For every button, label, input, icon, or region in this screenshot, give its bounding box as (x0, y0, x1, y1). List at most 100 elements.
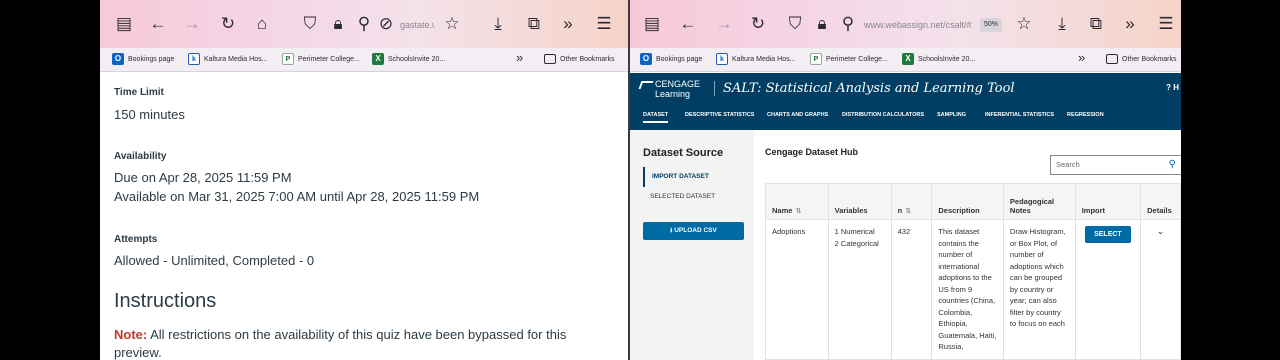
browser-toolbar: ▤ ← → ↻ ⌂ ⛉ 🔒︎ ⚲ ⊘ gastate.w ☆ ⤓ ⧉ » ☰ (100, 0, 628, 48)
nav-dataset[interactable]: DATASET (643, 112, 669, 123)
bookmarks-bar: O Bookings page k Kaltura Media Hos... P Pe… (630, 48, 1181, 72)
right-browser-window: ▤ ← → ↻ ⛉ 🔒︎ ⚲ www.webassign.net/csalt/#… (630, 0, 1181, 360)
tracking-off-icon[interactable]: ⊘ (376, 14, 396, 34)
cell-name: Adoptions (765, 219, 829, 360)
bookmark-star-icon[interactable]: ☆ (1014, 14, 1034, 34)
nav-inferential-statistics[interactable]: INFERENTIAL STATISTICS (985, 112, 1054, 118)
chevron-down-icon[interactable]: ⌄ (1157, 226, 1165, 236)
col-details: Details (1140, 183, 1181, 220)
more-bookmarks-icon[interactable]: » (516, 50, 523, 66)
bookmark-item[interactable]: P Perimeter College... (810, 52, 888, 68)
selected-dataset-item[interactable]: SELECTED DATASET (643, 193, 715, 200)
hub-title: Cengage Dataset Hub (765, 147, 859, 157)
col-pedagogical-notes: Pedagogical Notes (1002, 183, 1076, 220)
menu-icon[interactable]: ☰ (1156, 14, 1176, 34)
nav-charts-and-graphs[interactable]: CHARTS AND GRAPHS (767, 112, 828, 118)
other-bookmarks[interactable]: Other Bookmarks (544, 52, 614, 68)
bookmark-label: Kaltura Media Hos... (204, 56, 268, 63)
bookmark-label: Kaltura Media Hos... (732, 56, 796, 63)
nav-sampling[interactable]: SAMPLING (937, 112, 966, 118)
overflow-icon[interactable]: » (558, 14, 578, 34)
college-icon: P (282, 53, 294, 66)
attempts-value: Allowed - Unlimited, Completed - 0 (114, 253, 315, 268)
cell-details: ⌄ (1140, 219, 1181, 360)
search-icon[interactable]: ⚲ (1169, 156, 1176, 174)
brand-top: CENGAGE (655, 79, 701, 89)
import-dataset-item[interactable]: IMPORT DATASET (643, 167, 709, 187)
col-n[interactable]: n ⇅ (890, 183, 933, 220)
sidebar-icon[interactable]: ▤ (114, 14, 134, 34)
bookmark-item[interactable]: X SchoolsInvite 20... (372, 52, 445, 68)
cengage-logo: CENGAGE Learning (638, 79, 701, 99)
bookmark-item[interactable]: O Bookings page (640, 52, 702, 68)
download-icon[interactable]: ⤓ (1052, 14, 1072, 34)
kaltura-icon: k (188, 53, 200, 66)
shield-icon[interactable]: ⛉ (300, 14, 320, 34)
upload-csv-button[interactable]: ⭳ UPLOAD CSV (643, 222, 744, 240)
url-field[interactable]: www.webassign.net/csalt/#/ (864, 13, 972, 37)
reload-icon[interactable]: ↻ (218, 14, 238, 34)
shield-icon[interactable]: ⛉ (785, 14, 805, 34)
more-bookmarks-icon[interactable]: » (1078, 50, 1085, 66)
search-input[interactable]: Search ⚲ (1050, 155, 1181, 175)
select-button[interactable]: SELECT (1084, 226, 1131, 243)
bookmark-item[interactable]: P Perimeter College... (282, 52, 360, 68)
bookmark-star-icon[interactable]: ☆ (442, 14, 462, 34)
home-icon[interactable]: ⌂ (252, 14, 272, 34)
help-link[interactable]: ? H (1166, 83, 1179, 92)
dataset-table: Name ⇅ Variables n ⇅ Description Pedagogic… (765, 183, 1181, 360)
col-label: n (897, 206, 903, 215)
nav-distribution-calculators[interactable]: DISTRIBUTION CALCULATORS (842, 112, 924, 118)
col-label: Variables (834, 206, 868, 215)
sort-icon[interactable]: ⇅ (905, 208, 911, 215)
permissions-icon[interactable]: ⚲ (354, 14, 374, 34)
extensions-icon[interactable]: ⧉ (524, 14, 544, 34)
table-header-row: Name ⇅ Variables n ⇅ Description Pedagogic… (765, 183, 1181, 220)
url-field[interactable]: gastate.w (400, 13, 434, 37)
permissions-icon[interactable]: ⚲ (838, 14, 858, 34)
bookmark-item[interactable]: O Bookings page (112, 52, 174, 68)
cell-n: 432 (890, 219, 933, 360)
forward-icon[interactable]: → (714, 14, 734, 34)
col-description: Description (931, 183, 1004, 220)
table-row: Adoptions 1 Numerical 2 Categorical 432 T… (765, 219, 1181, 360)
back-icon[interactable]: ← (148, 14, 168, 34)
time-limit-value: 150 minutes (114, 107, 185, 122)
lock-icon[interactable]: 🔒︎ (328, 14, 348, 34)
excel-icon: X (902, 53, 914, 66)
extensions-icon[interactable]: ⧉ (1086, 14, 1106, 34)
kaltura-icon: k (716, 53, 728, 66)
bookmarks-bar: O Bookings page k Kaltura Media Hos... P Pe… (100, 48, 628, 72)
sort-icon[interactable]: ⇅ (795, 208, 801, 215)
col-import: Import (1074, 183, 1142, 220)
forward-icon[interactable]: → (182, 14, 202, 34)
outlook-icon: O (640, 53, 652, 66)
bookmark-item[interactable]: k Kaltura Media Hos... (716, 52, 795, 68)
upload-csv-label: UPLOAD CSV (674, 227, 717, 234)
reload-icon[interactable]: ↻ (748, 14, 768, 34)
browser-toolbar: ▤ ← → ↻ ⛉ 🔒︎ ⚲ www.webassign.net/csalt/#… (630, 0, 1181, 48)
bookmark-item[interactable]: X SchoolsInvite 20... (902, 52, 975, 68)
availability-label: Availability (114, 151, 167, 162)
other-bookmarks-label: Other Bookmarks (560, 56, 615, 63)
available-range: Available on Mar 31, 2025 7:00 AM until … (114, 189, 480, 204)
overflow-icon[interactable]: » (1120, 14, 1140, 34)
bookmark-item[interactable]: k Kaltura Media Hos... (188, 52, 267, 68)
cell-import: SELECT (1074, 219, 1142, 360)
folder-icon (544, 54, 556, 65)
folder-icon (1106, 54, 1118, 65)
lock-icon[interactable]: 🔒︎ (812, 14, 832, 34)
salt-header: CENGAGE Learning SALT: Statistical Analy… (630, 73, 1181, 130)
col-name[interactable]: Name ⇅ (765, 183, 829, 220)
other-bookmarks[interactable]: Other Bookmarks (1106, 52, 1176, 68)
back-icon[interactable]: ← (678, 14, 698, 34)
sidebar-icon[interactable]: ▤ (642, 14, 662, 34)
download-icon[interactable]: ⤓ (488, 14, 508, 34)
app-title: SALT: Statistical Analysis and Learning … (714, 81, 1015, 96)
menu-icon[interactable]: ☰ (594, 14, 614, 34)
zoom-level[interactable]: 50% (980, 18, 1003, 32)
instructions-heading: Instructions (114, 290, 217, 312)
nav-regression[interactable]: REGRESSION (1067, 112, 1104, 118)
dataset-source-title: Dataset Source (643, 147, 724, 159)
nav-descriptive-statistics[interactable]: DESCRIPTIVE STATISTICS (685, 112, 754, 118)
